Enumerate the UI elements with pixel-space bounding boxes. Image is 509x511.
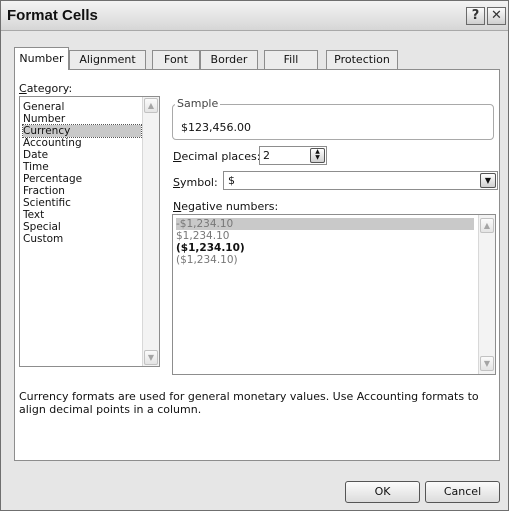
tab-border[interactable]: Border bbox=[200, 50, 258, 69]
format-description: Currency formats are used for general mo… bbox=[19, 390, 479, 416]
list-item[interactable]: Special bbox=[23, 221, 141, 233]
scroll-down-icon[interactable]: ▼ bbox=[480, 356, 494, 371]
spin-updown-icon[interactable]: ▲ ▼ bbox=[310, 148, 325, 163]
list-item[interactable]: Scientific bbox=[23, 197, 141, 209]
negative-numbers-scrollbar[interactable]: ▲ ▼ bbox=[478, 215, 495, 374]
help-icon[interactable]: ? bbox=[466, 7, 485, 25]
list-item[interactable]: Date bbox=[23, 149, 141, 161]
dialog-title: Format Cells bbox=[7, 7, 98, 24]
title-bar[interactable]: Format Cells ? ✕ bbox=[1, 1, 508, 31]
list-item[interactable]: Number bbox=[23, 113, 141, 125]
category-label: Category: bbox=[19, 82, 73, 95]
decimal-places-label: Decimal places: bbox=[173, 150, 261, 163]
scroll-down-icon[interactable]: ▼ bbox=[144, 350, 158, 365]
scroll-up-icon[interactable]: ▲ bbox=[480, 218, 494, 233]
list-item[interactable]: ($1,234.10) bbox=[176, 242, 474, 254]
negative-numbers-list[interactable]: -$1,234.10 $1,234.10 ($1,234.10) ($1,234… bbox=[172, 214, 496, 375]
sample-value: $123,456.00 bbox=[181, 121, 251, 134]
list-item[interactable]: Text bbox=[23, 209, 141, 221]
ok-button[interactable]: OK bbox=[345, 481, 420, 503]
list-item[interactable]: Accounting bbox=[23, 137, 141, 149]
list-item[interactable]: Fraction bbox=[23, 185, 141, 197]
format-cells-dialog: Format Cells ? ✕ Number Alignment Font B… bbox=[0, 0, 509, 511]
list-item[interactable]: Time bbox=[23, 161, 141, 173]
decimal-places-value[interactable]: 2 bbox=[263, 149, 270, 162]
list-item-selected[interactable]: Currency bbox=[22, 124, 142, 138]
list-item[interactable]: $1,234.10 bbox=[176, 230, 474, 242]
list-item[interactable]: Percentage bbox=[23, 173, 141, 185]
list-item-selected[interactable]: -$1,234.10 bbox=[176, 218, 474, 230]
list-item[interactable]: ($1,234.10) bbox=[176, 254, 474, 266]
tab-alignment[interactable]: Alignment bbox=[69, 50, 146, 69]
symbol-value: $ bbox=[228, 174, 235, 187]
tab-number[interactable]: Number bbox=[14, 47, 69, 70]
tab-fill[interactable]: Fill bbox=[264, 50, 318, 69]
close-icon[interactable]: ✕ bbox=[487, 7, 506, 25]
category-list[interactable]: General Number Currency Accounting Date … bbox=[19, 96, 160, 367]
tab-protection[interactable]: Protection bbox=[326, 50, 398, 69]
category-scrollbar[interactable]: ▲ ▼ bbox=[142, 97, 159, 366]
symbol-dropdown[interactable]: $ ▼ bbox=[223, 171, 498, 190]
scroll-up-icon[interactable]: ▲ bbox=[144, 98, 158, 113]
tab-font[interactable]: Font bbox=[152, 50, 200, 69]
decimal-places-stepper[interactable]: 2 ▲ ▼ bbox=[259, 146, 327, 165]
list-item[interactable]: Custom bbox=[23, 233, 141, 245]
chevron-down-icon[interactable]: ▼ bbox=[480, 173, 496, 188]
symbol-label: Symbol: bbox=[173, 176, 218, 189]
negative-numbers-label: Negative numbers: bbox=[173, 200, 279, 213]
cancel-button[interactable]: Cancel bbox=[425, 481, 500, 503]
sample-legend: Sample bbox=[175, 97, 221, 110]
tab-strip: Number Alignment Font Border Fill Protec… bbox=[14, 47, 500, 70]
list-item[interactable]: General bbox=[23, 101, 141, 113]
